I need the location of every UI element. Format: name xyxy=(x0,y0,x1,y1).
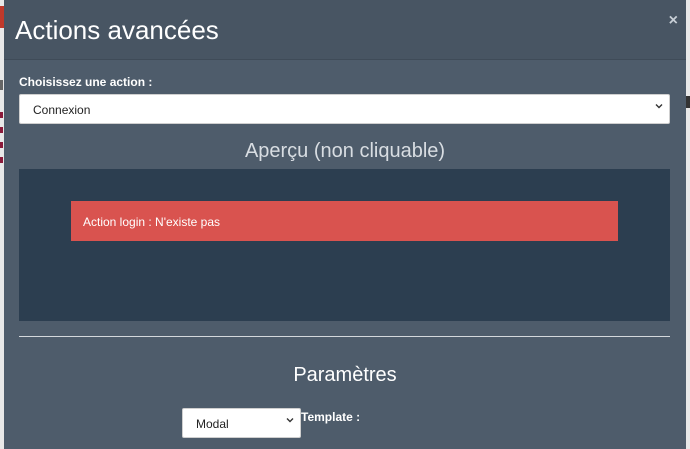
error-alert-text: Action login : N'existe pas xyxy=(83,215,221,229)
error-alert: Action login : N'existe pas xyxy=(71,201,618,241)
section-divider xyxy=(19,336,670,337)
preview-area: Action login : N'existe pas xyxy=(19,169,670,321)
template-label: Template : xyxy=(301,410,361,424)
modal-title: Actions avancées xyxy=(15,15,219,45)
display-type-select[interactable]: Modal xyxy=(182,408,301,438)
modal-header: Actions avancées × xyxy=(4,0,686,60)
background-dark-element xyxy=(686,96,690,108)
advanced-actions-modal: Actions avancées × Choisissez une action… xyxy=(4,0,686,449)
chevron-down-icon xyxy=(286,418,294,423)
action-select-label: Choisissez une action : xyxy=(19,75,153,89)
display-type-value: Modal xyxy=(196,417,229,431)
action-select-value: Connexion xyxy=(33,103,91,117)
background-mark xyxy=(0,112,3,118)
background-mark xyxy=(0,127,3,133)
chevron-down-icon xyxy=(655,104,663,109)
action-select[interactable]: Connexion xyxy=(19,94,670,124)
background-mark xyxy=(0,142,3,148)
background-mark xyxy=(0,157,3,163)
close-icon[interactable]: × xyxy=(669,12,678,30)
parameters-title: Paramètres xyxy=(293,364,397,386)
background-gray-element xyxy=(0,80,3,90)
preview-title: Aperçu (non cliquable) xyxy=(244,140,446,162)
